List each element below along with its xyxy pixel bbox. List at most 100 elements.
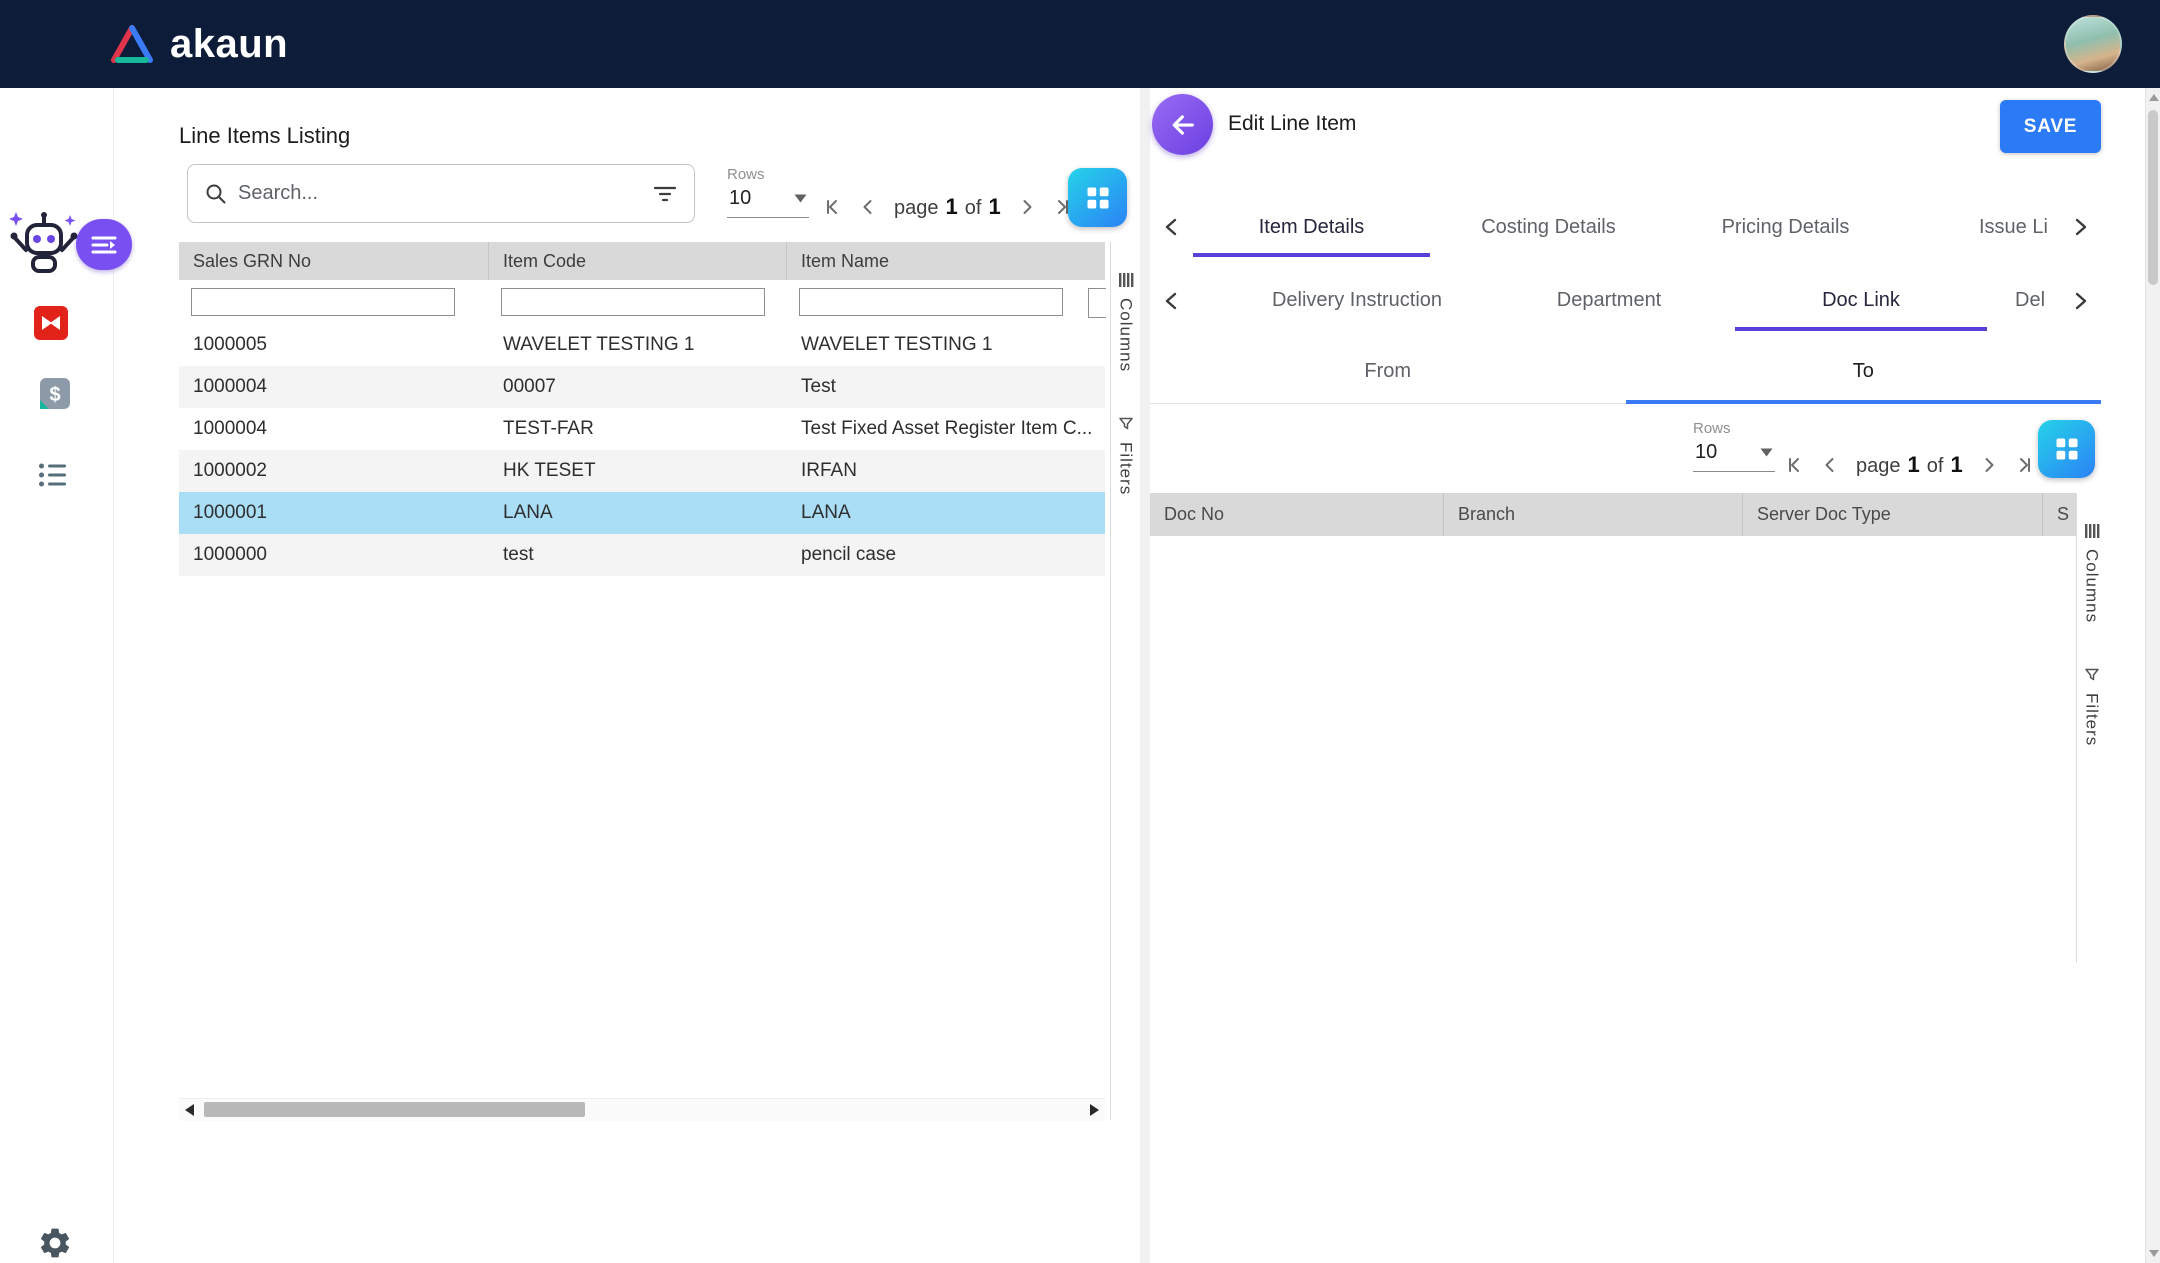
svg-text:$: $: [49, 384, 60, 406]
cell-item-name: WAVELET TESTING 1: [787, 334, 1105, 356]
column-header-branch[interactable]: Branch: [1444, 493, 1743, 536]
table-row[interactable]: 1000005 WAVELET TESTING 1 WAVELET TESTIN…: [179, 324, 1105, 366]
column-header-sales-grn-no[interactable]: Sales GRN No: [179, 242, 489, 280]
table-row[interactable]: 1000004 00007 Test: [179, 366, 1105, 408]
filter-input-partial[interactable]: [1088, 288, 1106, 318]
cell-sales-grn-no: 1000000: [179, 544, 489, 566]
table-row[interactable]: 1000000 test pencil case: [179, 534, 1105, 576]
prev-page-button[interactable]: [1816, 451, 1844, 479]
grid-icon: [2053, 435, 2081, 463]
panel-divider: [1140, 88, 1150, 1263]
rows-per-page-control[interactable]: Rows 10: [1693, 420, 1773, 472]
table-row[interactable]: 1000002 HK TESET IRFAN: [179, 450, 1105, 492]
search-icon: [204, 182, 228, 206]
scrollbar-thumb[interactable]: [2148, 110, 2158, 285]
column-header-item-name[interactable]: Item Name: [787, 242, 1105, 280]
tab-delivery-partial[interactable]: Del: [1987, 270, 2058, 331]
menu-open-icon: [91, 234, 117, 256]
assistant-mascot-icon[interactable]: [6, 206, 82, 278]
rows-value: 10: [1695, 441, 1717, 464]
table-side-strip: Columns Filters: [2076, 493, 2106, 963]
columns-toggle[interactable]: Columns: [2082, 549, 2102, 623]
scroll-right-arrow[interactable]: [1090, 1104, 1099, 1116]
next-page-button[interactable]: [1975, 451, 2003, 479]
doc-link-table-header: Doc No Branch Server Doc Type S: [1150, 493, 2076, 536]
menu-toggle-button[interactable]: [76, 219, 132, 270]
cell-sales-grn-no: 1000005: [179, 334, 489, 356]
filters-toggle[interactable]: Filters: [2082, 693, 2102, 746]
table-side-strip: Columns Filters: [1110, 242, 1140, 1120]
table-row[interactable]: 1000004 TEST-FAR Test Fixed Asset Regist…: [179, 408, 1105, 450]
cell-sales-grn-no: 1000002: [179, 460, 489, 482]
tab-row-primary: Item Details Costing Details Pricing Det…: [1150, 197, 2101, 257]
search-box: [187, 164, 695, 223]
brand-logo[interactable]: akaun: [108, 22, 288, 67]
rows-per-page-control[interactable]: Rows 10: [727, 166, 807, 218]
filters-toggle[interactable]: Filters: [1116, 442, 1136, 495]
tabs-scroll-right-icon[interactable]: [2058, 270, 2101, 331]
tab-doc-link[interactable]: Doc Link: [1735, 270, 1987, 331]
prev-page-button[interactable]: [854, 193, 882, 221]
columns-toggle[interactable]: Columns: [1116, 298, 1136, 372]
chevron-down-icon: [794, 194, 807, 203]
filter-list-icon[interactable]: [652, 182, 678, 206]
pdf-app-icon[interactable]: [33, 304, 69, 342]
search-input[interactable]: [236, 181, 652, 206]
next-page-button[interactable]: [1013, 193, 1041, 221]
user-avatar[interactable]: [2064, 15, 2122, 73]
settings-gear-icon[interactable]: [37, 1225, 73, 1261]
subtab-row: From To: [1150, 340, 2101, 404]
tabs-scroll-right-icon[interactable]: [2058, 197, 2101, 257]
table-row-selected[interactable]: 1000001 LANA LANA: [179, 492, 1105, 534]
rows-label: Rows: [727, 166, 807, 183]
page-indicator: page 1 of 1: [894, 194, 1001, 220]
layout-grid-button[interactable]: [1068, 168, 1127, 227]
scrollbar-thumb[interactable]: [204, 1102, 585, 1117]
tab-costing-details[interactable]: Costing Details: [1430, 197, 1667, 257]
tab-pricing-details[interactable]: Pricing Details: [1667, 197, 1904, 257]
column-header-server-doc-type[interactable]: Server Doc Type: [1743, 493, 2043, 536]
chevron-down-icon: [1760, 448, 1773, 457]
last-page-button[interactable]: [2011, 451, 2039, 479]
tabs-scroll-left-icon[interactable]: [1150, 270, 1193, 331]
grid-icon: [1084, 184, 1112, 212]
filter-input-sales-grn-no[interactable]: [191, 288, 455, 316]
line-items-table: Sales GRN No Item Code Item Name 1000005…: [179, 242, 1105, 576]
scroll-down-arrow[interactable]: [2149, 1250, 2159, 1257]
billing-app-icon[interactable]: $: [39, 376, 71, 411]
scroll-up-arrow[interactable]: [2149, 94, 2159, 101]
layout-grid-button[interactable]: [2038, 420, 2095, 478]
column-header-partial[interactable]: S: [2043, 493, 2076, 536]
filter-input-item-name[interactable]: [799, 288, 1063, 316]
rows-value: 10: [729, 187, 751, 210]
first-page-button[interactable]: [1780, 451, 1808, 479]
list-app-icon[interactable]: [38, 461, 68, 489]
tab-delivery-instruction[interactable]: Delivery Instruction: [1231, 270, 1483, 331]
tabs-scroll-left-icon[interactable]: [1150, 197, 1193, 257]
cell-sales-grn-no: 1000001: [179, 502, 489, 524]
back-button[interactable]: [1152, 94, 1213, 155]
rows-label: Rows: [1693, 420, 1773, 437]
tab-item-details[interactable]: Item Details: [1193, 197, 1430, 257]
cell-sales-grn-no: 1000004: [179, 376, 489, 398]
filters-icon[interactable]: [2084, 667, 2100, 683]
filters-icon[interactable]: [1118, 416, 1134, 432]
column-header-item-code[interactable]: Item Code: [489, 242, 787, 280]
cell-item-name: LANA: [787, 502, 1105, 524]
column-header-doc-no[interactable]: Doc No: [1150, 493, 1444, 536]
page-title: Line Items Listing: [179, 123, 350, 149]
tab-department[interactable]: Department: [1483, 270, 1735, 331]
cell-item-code: WAVELET TESTING 1: [489, 334, 787, 356]
save-button[interactable]: SAVE: [2000, 100, 2101, 153]
detail-title: Edit Line Item: [1228, 112, 1356, 136]
cell-item-code: TEST-FAR: [489, 418, 787, 440]
columns-icon[interactable]: [1118, 272, 1134, 288]
subtab-from[interactable]: From: [1150, 340, 1626, 403]
tab-issue-link[interactable]: Issue Li: [1904, 197, 2058, 257]
subtab-to[interactable]: To: [1626, 340, 2102, 403]
cell-item-name: Test: [787, 376, 1105, 398]
first-page-button[interactable]: [818, 193, 846, 221]
columns-icon[interactable]: [2084, 523, 2100, 539]
scroll-left-arrow[interactable]: [185, 1104, 194, 1116]
filter-input-item-code[interactable]: [501, 288, 765, 316]
